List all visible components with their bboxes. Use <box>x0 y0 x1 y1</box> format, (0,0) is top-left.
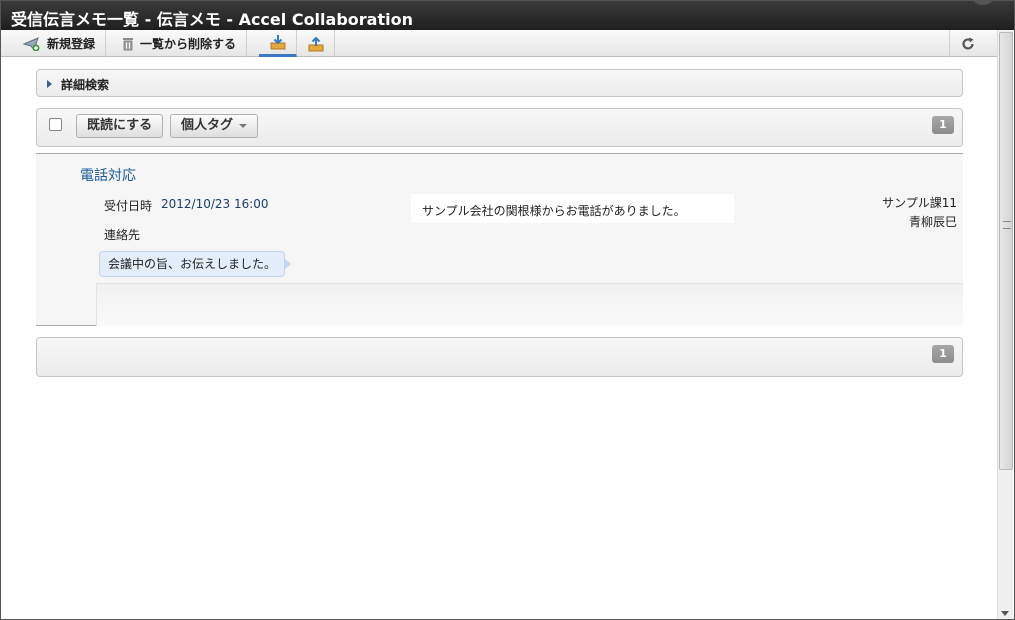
mark-read-button[interactable]: 既読にする <box>76 114 164 138</box>
window-corner-decoration <box>970 0 996 5</box>
toolbar: 新規登録 一覧から削除する <box>1 30 998 57</box>
list-actions-bar: 既読にする 個人タグ 1 <box>36 108 963 147</box>
memo-message: サンプル会社の関根様からお電話がありました。 <box>411 194 734 223</box>
advanced-search-toggle[interactable]: 詳細検索 <box>36 69 963 97</box>
scrollbar-grip-icon <box>1003 221 1011 229</box>
page-number-bottom[interactable]: 1 <box>932 345 954 363</box>
refresh-button[interactable] <box>949 30 985 57</box>
download-icon <box>270 34 286 50</box>
app-window: 受信伝言メモ一覧 - 伝言メモ - Accel Collaboration 新規… <box>0 0 1015 620</box>
scrollbar-thumb[interactable] <box>999 32 1013 470</box>
title-bar: 受信伝言メモ一覧 - 伝言メモ - Accel Collaboration <box>1 0 1014 30</box>
advanced-search-label: 詳細検索 <box>61 78 110 92</box>
page-number-top[interactable]: 1 <box>932 116 954 134</box>
new-memo-button[interactable]: 新規登録 <box>13 30 107 57</box>
upload-button[interactable] <box>297 30 335 57</box>
comment-bubble: 会議中の旨、お伝えしました。 <box>99 251 292 277</box>
memo-title-link[interactable]: 電話対応 <box>80 165 136 185</box>
new-memo-label: 新規登録 <box>47 37 96 51</box>
memo-list: 電話対応 受付日時 2012/10/23 16:00 連絡先 サンプル会社の関根… <box>36 153 963 326</box>
trash-icon <box>122 37 134 51</box>
received-datetime-label: 受付日時 <box>104 199 153 213</box>
received-datetime-value: 2012/10/23 16:00 <box>161 197 269 211</box>
vertical-scrollbar[interactable] <box>997 30 1013 619</box>
sender-department: サンプル課11 <box>882 196 957 210</box>
personal-tag-label: 個人タグ <box>181 118 234 133</box>
remove-from-list-button[interactable]: 一覧から削除する <box>112 30 248 57</box>
contact-label: 連絡先 <box>104 228 141 242</box>
remove-from-list-label: 一覧から削除する <box>140 37 237 51</box>
upload-icon <box>308 36 324 52</box>
scroll-down-arrow-icon[interactable] <box>1001 611 1009 616</box>
chevron-down-icon <box>239 123 248 128</box>
reply-area[interactable] <box>96 283 963 326</box>
download-button[interactable] <box>259 30 297 57</box>
window-title: 受信伝言メモ一覧 - 伝言メモ - Accel Collaboration <box>11 10 413 29</box>
sender-name: 青柳辰巳 <box>908 215 957 229</box>
expand-triangle-icon <box>47 80 52 88</box>
paper-plane-add-icon <box>23 36 41 51</box>
personal-tag-dropdown[interactable]: 個人タグ <box>170 114 259 138</box>
select-all-checkbox[interactable] <box>49 118 62 131</box>
bottom-pagination-bar: 1 <box>36 337 963 377</box>
refresh-icon <box>961 37 975 51</box>
